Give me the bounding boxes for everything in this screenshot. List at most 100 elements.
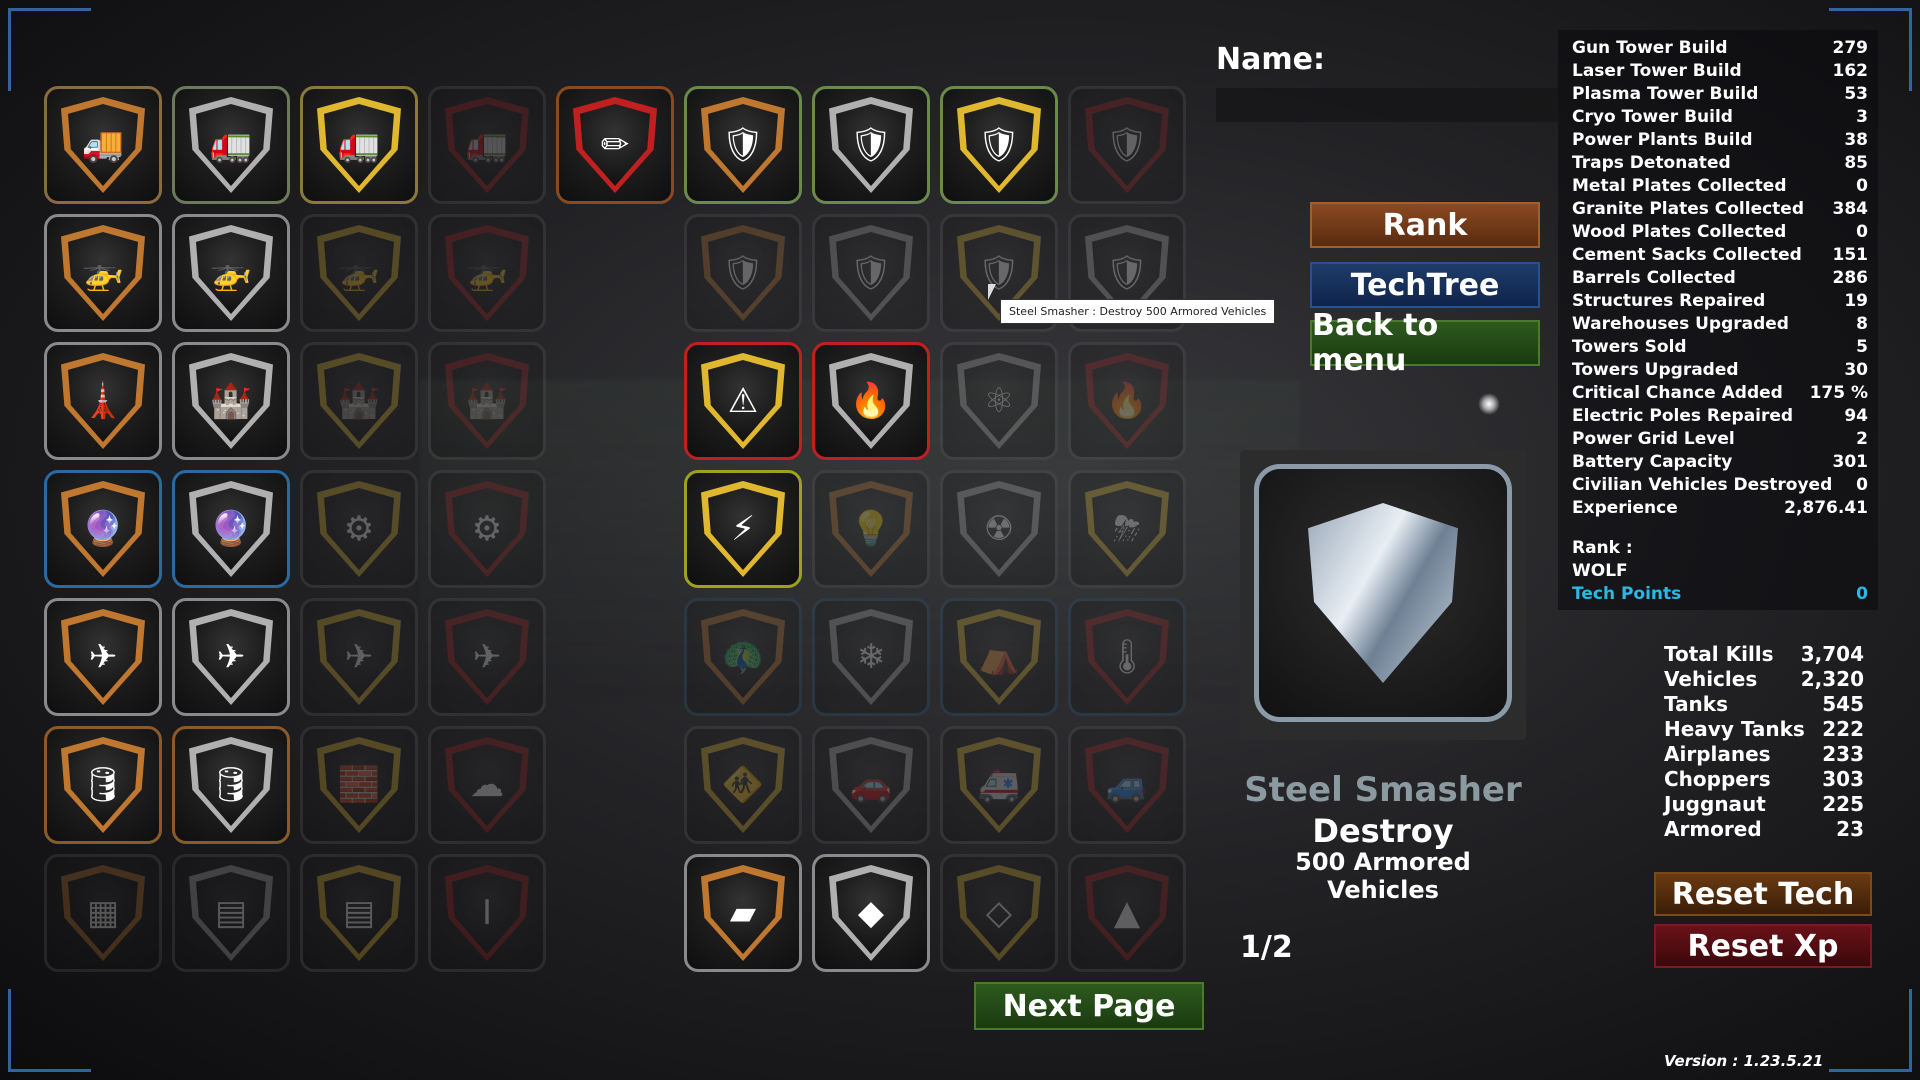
badge-shield: 🚑 xyxy=(957,737,1041,833)
achievement-tile[interactable]: 🔥 xyxy=(1068,342,1186,460)
achievement-tile[interactable]: ▤ xyxy=(172,854,290,972)
stat-row: Gun Tower Build 279 xyxy=(1572,38,1868,60)
achievement-tile[interactable]: 🛡 xyxy=(940,86,1058,204)
achievement-tile[interactable]: 🔮 xyxy=(172,470,290,588)
stat-label: Plasma Tower Build xyxy=(1572,84,1759,104)
kill-stat-row: Juggnaut 225 xyxy=(1664,792,1864,817)
achievement-tile[interactable]: ▰ xyxy=(684,854,802,972)
badge-shield: ◆ xyxy=(829,865,913,961)
name-label: Name: xyxy=(1216,42,1325,77)
achievement-tile[interactable]: ⚛ xyxy=(940,342,1058,460)
peacock-icon: 🦚 xyxy=(708,616,778,698)
badge-shield: 🛡 xyxy=(701,225,785,321)
stat-label: Laser Tower Build xyxy=(1572,61,1742,81)
achievement-tile[interactable]: 🛡 xyxy=(684,214,802,332)
achievement-tile[interactable]: 🛢 xyxy=(44,726,162,844)
cannon-tower-icon: 🏰 xyxy=(196,360,266,442)
achievement-tile[interactable]: 🚗 xyxy=(812,726,930,844)
achievement-tile[interactable]: ⚙ xyxy=(300,470,418,588)
name-input[interactable] xyxy=(1216,88,1558,122)
stat-label: Cryo Tower Build xyxy=(1572,107,1733,127)
reset-xp-button[interactable]: Reset Xp xyxy=(1654,924,1872,968)
badge-shield: 🛡 xyxy=(829,97,913,193)
achievement-tile[interactable]: ✈ xyxy=(44,598,162,716)
stat-label: Towers Upgraded xyxy=(1572,360,1739,380)
achievement-tile[interactable]: ☁ xyxy=(428,726,546,844)
achievement-tile[interactable]: ❄ xyxy=(812,598,930,716)
cracked-stone-icon: ◇ xyxy=(964,872,1034,954)
stat-value: 162 xyxy=(1832,61,1869,81)
stat-value: 2,876.41 xyxy=(1784,498,1868,518)
achievement-tile[interactable]: 🚸 xyxy=(684,726,802,844)
achievement-tile[interactable]: ⚙ xyxy=(428,470,546,588)
stat-label: Experience xyxy=(1572,498,1678,518)
techtree-button[interactable]: TechTree xyxy=(1310,262,1540,308)
achievement-tile[interactable]: 🛢 xyxy=(172,726,290,844)
achievement-tile[interactable]: 🦚 xyxy=(684,598,802,716)
achievement-tile[interactable]: 🛡 xyxy=(812,214,930,332)
achievement-tile[interactable]: 🛡 xyxy=(1068,86,1186,204)
achievement-tile[interactable]: ▲ xyxy=(1068,854,1186,972)
achievement-tile[interactable]: 🚑 xyxy=(940,726,1058,844)
badge-shield: 🚛 xyxy=(317,97,401,193)
achievement-tile[interactable]: 🌡 xyxy=(1068,598,1186,716)
stat-row: Structures Repaired 19 xyxy=(1572,291,1868,313)
achievement-tile[interactable]: 🚁 xyxy=(428,214,546,332)
stat-row: Traps Detonated 85 xyxy=(1572,153,1868,175)
stat-label: Power Plants Build xyxy=(1572,130,1753,150)
badge-shield: ❄ xyxy=(829,609,913,705)
achievement-tile[interactable]: 🚁 xyxy=(44,214,162,332)
achievement-tile[interactable]: ⚡ xyxy=(684,470,802,588)
achievement-tile[interactable]: 🚛 xyxy=(172,86,290,204)
achievement-tooltip: Steel Smasher : Destroy 500 Armored Vehi… xyxy=(1000,299,1276,324)
achievement-tile[interactable]: ⚠ xyxy=(684,342,802,460)
achievement-tile[interactable]: 🏰 xyxy=(428,342,546,460)
achievement-tile[interactable]: ✏ xyxy=(556,86,674,204)
badge-shield: ⚛ xyxy=(957,353,1041,449)
achievement-tile[interactable]: 🚁 xyxy=(300,214,418,332)
achievement-tile[interactable]: ◇ xyxy=(940,854,1058,972)
next-page-button[interactable]: Next Page xyxy=(974,982,1204,1030)
kill-stat-value: 23 xyxy=(1836,817,1864,841)
achievement-tile[interactable]: ✈ xyxy=(172,598,290,716)
watchtower-icon: 🗼 xyxy=(68,360,138,442)
rubble-icon: ▲ xyxy=(1092,872,1162,954)
badge-shield: ⚙ xyxy=(445,481,529,577)
achievement-tile[interactable]: I xyxy=(428,854,546,972)
achievement-tile[interactable]: 🗼 xyxy=(44,342,162,460)
badge-shield: ▰ xyxy=(701,865,785,961)
steel-shield-icon xyxy=(1308,503,1458,683)
reset-tech-button[interactable]: Reset Tech xyxy=(1654,872,1872,916)
badge-shield: 💡 xyxy=(829,481,913,577)
rank-button[interactable]: Rank xyxy=(1310,202,1540,248)
back-to-menu-button[interactable]: Back to menu xyxy=(1310,308,1540,378)
achievement-tile[interactable]: 🚛 xyxy=(428,86,546,204)
achievement-tile[interactable]: 🏰 xyxy=(172,342,290,460)
achievement-tile[interactable]: 💡 xyxy=(812,470,930,588)
kill-stat-value: 225 xyxy=(1822,792,1864,816)
achievement-tile[interactable]: 🔮 xyxy=(44,470,162,588)
achievement-tile[interactable]: 🧱 xyxy=(300,726,418,844)
achievement-tile[interactable]: ▤ xyxy=(300,854,418,972)
achievement-tile[interactable]: 🚙 xyxy=(1068,726,1186,844)
badge-shield: ✈ xyxy=(189,609,273,705)
achievement-tile[interactable]: 🔥 xyxy=(812,342,930,460)
achievement-tile[interactable]: 🚚 xyxy=(44,86,162,204)
achievement-tile[interactable]: ☢ xyxy=(940,470,1058,588)
kill-stat-label: Choppers xyxy=(1664,767,1771,791)
achievement-tile[interactable]: 🚁 xyxy=(172,214,290,332)
achievement-tile[interactable]: 🛡 xyxy=(684,86,802,204)
barrel-icon: 🛢 xyxy=(68,744,138,826)
achievement-tile[interactable]: ▦ xyxy=(44,854,162,972)
achievement-tile[interactable]: ⛈ xyxy=(1068,470,1186,588)
achievement-tile[interactable]: ✈ xyxy=(428,598,546,716)
cargo-truck-icon: 🚛 xyxy=(324,104,394,186)
stat-row: Towers Sold 5 xyxy=(1572,337,1868,359)
achievement-tile[interactable]: ◆ xyxy=(812,854,930,972)
achievement-tile[interactable]: 🚛 xyxy=(300,86,418,204)
achievement-tile[interactable]: 🛡 xyxy=(812,86,930,204)
achievement-tile[interactable]: ⛺ xyxy=(940,598,1058,716)
achievement-tile[interactable]: 🏰 xyxy=(300,342,418,460)
badge-shield: ✈ xyxy=(61,609,145,705)
achievement-tile[interactable]: ✈ xyxy=(300,598,418,716)
